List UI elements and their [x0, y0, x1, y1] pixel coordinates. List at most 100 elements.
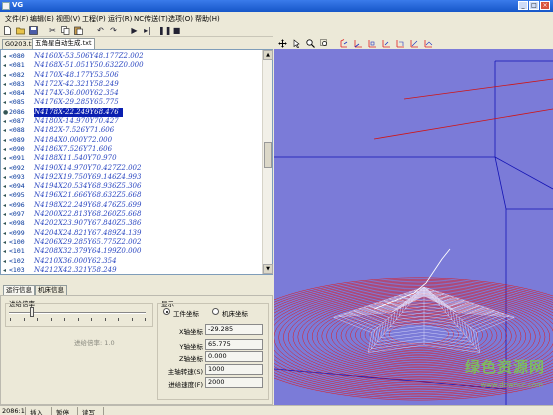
menu-view[interactable]: 视图(V) — [56, 14, 80, 24]
nc-code-editor[interactable]: ◂ <080 N4160X-53.506Y48.177Z2.002 ◂ <081 N416… — [0, 49, 273, 275]
code-line[interactable]: ◂ <089 N4184X0.000Y72.000 — [1, 136, 263, 145]
code-line[interactable]: ◂ <085 N4176X-29.285Y65.775 — [1, 98, 263, 107]
radio-machine-coord-label[interactable]: 机床坐标 — [222, 308, 248, 318]
radio-workpiece-coord[interactable] — [163, 308, 170, 315]
menu-project[interactable]: 工程(P) — [82, 14, 106, 24]
slider-tick — [64, 318, 65, 321]
rotate-icon[interactable] — [292, 39, 301, 48]
code-line[interactable]: ◂ <098 N4202X23.907Y67.840Z5.386 — [1, 219, 263, 228]
info-tab-bar: 运行信息 机床信息 — [0, 285, 273, 295]
minimize-button[interactable]: _ — [518, 1, 528, 10]
code-line[interactable]: ● 2086 N4178X-22.249Y68.476 — [1, 107, 263, 118]
view-bottom-icon[interactable] — [410, 39, 419, 48]
cut-icon[interactable]: ✂ — [48, 26, 57, 35]
view-left-icon[interactable] — [368, 39, 377, 48]
code-line[interactable]: ◂ <083 N4172X-42.321Y58.249 — [1, 80, 263, 89]
copy-icon[interactable] — [61, 26, 70, 35]
menu-help[interactable]: 帮助(H) — [195, 14, 220, 24]
view-top-icon[interactable] — [396, 39, 405, 48]
line-marker-icon: ◂ — [3, 266, 7, 274]
scroll-thumb[interactable] — [264, 142, 272, 168]
nc-code-text: N4192X19.750Y69.146Z4.993 — [34, 172, 142, 181]
scroll-down-button[interactable]: ▼ — [263, 264, 273, 274]
code-line[interactable]: ◂ <100 N4206X29.285Y65.775Z2.002 — [1, 238, 263, 247]
toolpath-3d-viewport[interactable]: 绿色资源网 www.downcc.com — [274, 49, 553, 405]
line-marker-icon: ◂ — [3, 238, 7, 246]
zoom-icon[interactable] — [306, 39, 315, 48]
code-line[interactable]: ◂ <099 N4204X24.821Y67.489Z4.139 — [1, 229, 263, 238]
code-lines: ◂ <080 N4160X-53.506Y48.177Z2.002 ◂ <081 N416… — [1, 52, 263, 275]
code-line[interactable]: ◂ <084 N4174X-36.000Y62.354 — [1, 89, 263, 98]
y-coord-label: Y轴坐标 — [179, 343, 203, 351]
menu-run[interactable]: 运行(R) — [108, 14, 132, 24]
code-line[interactable]: ◂ <094 N4194X20.534Y68.936Z5.306 — [1, 182, 263, 191]
menu-options[interactable]: 选项(O) — [168, 14, 193, 24]
stock-bounding-box — [274, 60, 553, 405]
code-line[interactable]: ◂ <087 N4180X-14.970Y70.427 — [1, 117, 263, 126]
status-edit-mode: 插入 — [30, 409, 43, 415]
view-front-icon[interactable] — [340, 39, 349, 48]
code-line[interactable]: ◂ <080 N4160X-53.506Y48.177Z2.002 — [1, 52, 263, 61]
line-marker-icon: ◂ — [3, 118, 7, 126]
code-line[interactable]: ◂ <097 N4200X22.813Y68.260Z5.668 — [1, 210, 263, 219]
nc-code-text: N4184X0.000Y72.000 — [34, 135, 113, 144]
line-marker-icon: ◂ — [3, 136, 7, 144]
pan-icon[interactable] — [278, 39, 287, 48]
line-number: <088 — [9, 126, 25, 135]
file-tab-star[interactable]: 五角星自动生成.txt — [32, 38, 95, 49]
run-icon[interactable]: ▶ — [130, 26, 139, 35]
pause-icon[interactable]: ❚❚ — [158, 26, 171, 35]
close-button[interactable]: × — [540, 1, 550, 10]
radio-workpiece-coord-label[interactable]: 工件坐标 — [173, 308, 199, 318]
code-line[interactable]: ◂ <090 N4186X7.526Y71.606 — [1, 145, 263, 154]
menu-nc-transfer[interactable]: NC传送(T) — [134, 14, 168, 24]
zoom-window-icon[interactable] — [320, 39, 329, 48]
code-line[interactable]: ◂ <081 N4168X-51.051Y50.632Z0.000 — [1, 61, 263, 70]
code-line[interactable]: ◂ <088 N4182X-7.526Y71.606 — [1, 126, 263, 135]
feed-rate-slider-thumb[interactable] — [29, 307, 34, 317]
tab-run-info[interactable]: 运行信息 — [3, 285, 35, 295]
open-folder-icon[interactable] — [16, 26, 25, 35]
nc-code-text: N4170X-48.177Y53.506 — [34, 70, 119, 79]
code-line[interactable]: ◂ <101 N4208X32.379Y64.199Z0.000 — [1, 247, 263, 256]
menu-edit[interactable]: 编辑(E) — [30, 14, 54, 24]
code-line[interactable]: ◂ <095 N4196X21.666Y68.632Z5.668 — [1, 191, 263, 200]
feed-rate-value: 进给倍率: 1.0 — [74, 339, 115, 347]
maximize-button[interactable]: □ — [529, 1, 539, 10]
app-icon — [2, 2, 10, 10]
watermark-text: 绿色资源网 — [464, 358, 545, 376]
step-icon[interactable]: ▸| — [143, 26, 152, 35]
slider-tick — [23, 318, 25, 321]
undo-icon[interactable]: ↶ — [96, 26, 105, 35]
code-line[interactable]: ◂ <082 N4170X-48.177Y53.506 — [1, 71, 263, 80]
code-line[interactable]: ◂ <096 N4198X22.249Y68.476Z5.699 — [1, 201, 263, 210]
code-line[interactable]: ◂ <091 N4188X11.540Y70.970 — [1, 154, 263, 163]
nc-code-text: N4204X24.821Y67.489Z4.139 — [34, 228, 142, 237]
code-scrollbar[interactable]: ▲ ▼ — [262, 50, 273, 274]
nc-code-text: N4210X36.000Y62.354 — [34, 256, 117, 265]
watermark-url: www.downcc.com — [480, 381, 543, 389]
view-back-icon[interactable] — [354, 39, 363, 48]
menu-file[interactable]: 文件(F) — [5, 14, 29, 24]
x-coord-label: X轴坐标 — [179, 328, 203, 336]
code-line[interactable]: ◂ <102 N4210X36.000Y62.354 — [1, 257, 263, 266]
radio-machine-coord[interactable] — [212, 308, 219, 315]
scroll-up-button[interactable]: ▲ — [263, 50, 273, 60]
code-line[interactable]: ◂ <092 N4190X14.970Y70.427Z2.002 — [1, 164, 263, 173]
paste-icon[interactable] — [74, 26, 83, 35]
slider-tick — [118, 318, 119, 321]
stop-icon[interactable]: ■ — [172, 26, 181, 35]
save-icon[interactable] — [29, 26, 38, 35]
run-info-panel: 进给倍率 进给倍率: 1.0 显示 工件坐标 机床坐标 X轴坐标 -29.285… — [0, 295, 273, 405]
code-line[interactable]: ◂ <103 N4212X42.321Y58.249 — [1, 266, 263, 275]
tab-machine-info[interactable]: 机床信息 — [35, 285, 67, 295]
title-bar: VG _ □ × — [0, 0, 553, 12]
new-file-icon[interactable] — [3, 26, 12, 35]
view-iso-icon[interactable] — [424, 39, 433, 48]
window-title: VG — [12, 1, 24, 9]
status-access-mode: 读写 — [82, 409, 95, 415]
line-number: <101 — [9, 247, 25, 256]
view-right-icon[interactable] — [382, 39, 391, 48]
redo-icon[interactable]: ↷ — [109, 26, 118, 35]
code-line[interactable]: ◂ <093 N4192X19.750Y69.146Z4.993 — [1, 173, 263, 182]
